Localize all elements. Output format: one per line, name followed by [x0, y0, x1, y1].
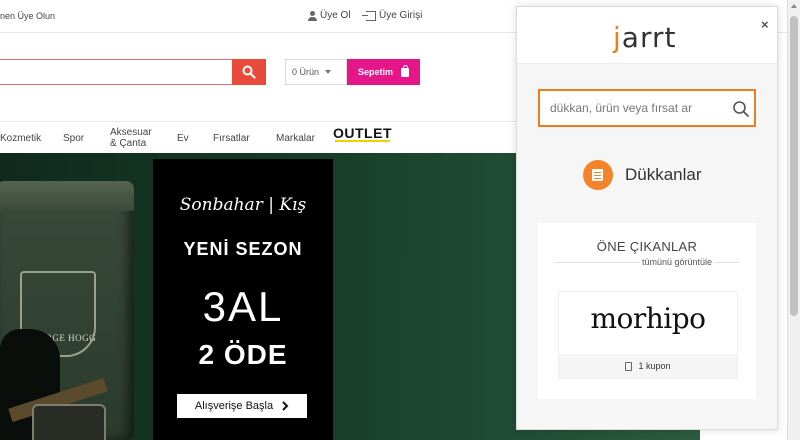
page-scrollbar[interactable]: [787, 0, 800, 440]
coupon-icon: [625, 361, 633, 371]
nav-item-firsatlar[interactable]: Fırsatlar: [213, 133, 250, 144]
watch-image: [32, 404, 106, 440]
coupon-badge[interactable]: 1 kupon: [559, 354, 737, 378]
popup-header: jarrt ×: [517, 7, 777, 64]
store-logo: morhipo: [590, 302, 706, 335]
site-search-input[interactable]: [0, 59, 232, 85]
nav-item-aksesuar[interactable]: Aksesuar: [110, 127, 152, 138]
view-all-link[interactable]: tümünü görüntüle: [640, 257, 715, 267]
promo-pay-two: 2 ÖDE: [198, 339, 288, 370]
featured-store-card[interactable]: morhipo 1 kupon: [558, 291, 738, 379]
nav-item-kozmetik[interactable]: Kozmetik: [0, 133, 41, 144]
category-nav: Kozmetik Spor Aksesuar & Çanta Ev Fırsat…: [0, 124, 520, 152]
shopping-bag-icon: [401, 64, 409, 77]
register-label: Üye Ol: [320, 10, 351, 21]
nav-item-markalar[interactable]: Markalar: [276, 133, 315, 144]
promo-new-season: YENİ SEZON: [183, 239, 303, 259]
nav-item-ev[interactable]: Ev: [177, 133, 189, 144]
cart-button-label: Sepetim: [357, 67, 393, 77]
close-icon[interactable]: ×: [761, 17, 769, 32]
extension-popup: jarrt × Dükkanlar ÖNE ÇIKANLAR tümünü gö…: [516, 6, 778, 430]
cart-count-dropdown[interactable]: 0 Ürün: [285, 59, 347, 85]
login-label: Üye Girişi: [379, 10, 423, 21]
promo-card: Sonbahar | Kış YENİ SEZON 3AL 2 ÖDE Alış…: [153, 159, 333, 440]
store-icon: [583, 160, 613, 190]
scroll-up-arrow-icon[interactable]: [791, 4, 797, 8]
popup-search-input[interactable]: [540, 91, 740, 125]
coupon-count: 1 kupon: [638, 361, 671, 371]
cart-count: 0 Ürün: [292, 67, 320, 77]
popup-search-field[interactable]: [538, 89, 756, 127]
chevron-down-icon: [325, 70, 332, 74]
login-link[interactable]: Üye Girişi: [362, 10, 423, 21]
start-shopping-button[interactable]: Alışverişe Başla: [177, 394, 307, 418]
tin-lid: [0, 181, 134, 211]
promo-buy-three: 3AL: [202, 283, 284, 330]
site-search-button[interactable]: [232, 59, 266, 85]
register-link[interactable]: Üye Ol: [308, 10, 351, 21]
nav-item-canta[interactable]: & Çanta: [110, 138, 146, 149]
promo-text[interactable]: nen Üye Olun: [0, 11, 55, 21]
jarrt-logo: jarrt: [613, 21, 676, 54]
logo-letter: j: [613, 21, 622, 54]
shops-link[interactable]: Dükkanlar: [583, 160, 702, 190]
logo-text: arrt: [621, 21, 677, 54]
shops-label: Dükkanlar: [625, 165, 702, 184]
cart-button[interactable]: Sepetim: [347, 59, 420, 85]
login-icon: [362, 10, 376, 21]
search-icon[interactable]: [732, 100, 750, 118]
nav-item-outlet[interactable]: OUTLET: [333, 126, 392, 142]
featured-title: ÖNE ÇIKANLAR: [596, 239, 698, 254]
chevron-right-icon: [282, 401, 289, 411]
featured-section: ÖNE ÇIKANLAR tümünü görüntüle morhipo 1 …: [538, 223, 756, 399]
user-icon: [308, 10, 317, 21]
search-icon: [242, 65, 256, 79]
nav-item-spor[interactable]: Spor: [63, 133, 84, 144]
promo-season: Sonbahar | Kış: [179, 195, 307, 215]
scroll-thumb[interactable]: [790, 16, 798, 316]
cta-label: Alışverişe Başla: [194, 400, 274, 412]
